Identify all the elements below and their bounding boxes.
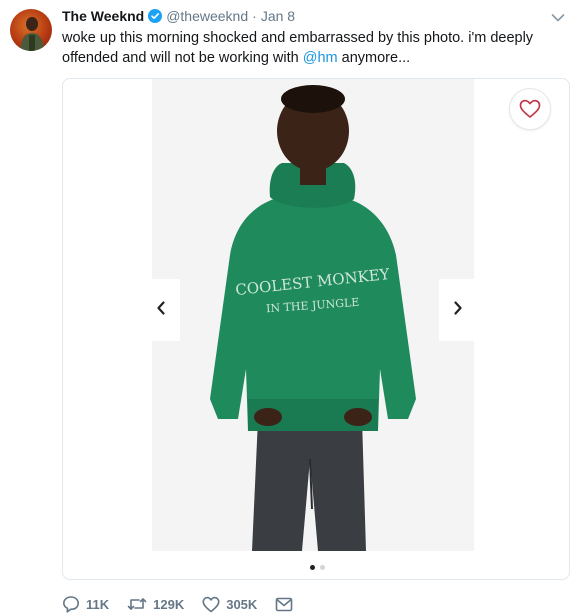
media-carousel[interactable]: COOLEST MONKEY IN THE JUNGLE <box>62 78 570 580</box>
tweet-text-part: anymore... <box>337 50 411 66</box>
reply-count: 11K <box>86 596 110 612</box>
tweet-text: woke up this morning shocked and embarra… <box>62 28 562 68</box>
display-name[interactable]: The Weeknd <box>62 8 144 24</box>
timestamp[interactable]: Jan 8 <box>261 8 295 24</box>
reply-icon <box>62 595 80 613</box>
chevron-down-icon[interactable] <box>551 10 565 22</box>
heart-outline-icon[interactable] <box>509 88 551 130</box>
tweet-header: The Weeknd @theweeknd · Jan 8 <box>62 7 295 25</box>
mention-link[interactable]: @hm <box>303 50 338 66</box>
like-button[interactable]: 305K <box>202 596 257 613</box>
separator-dot: · <box>252 8 257 24</box>
page-dot-active[interactable] <box>309 564 315 570</box>
page-dot[interactable] <box>319 564 325 570</box>
like-count: 305K <box>226 596 258 612</box>
tweet-actions: 11K 129K 305K <box>62 594 311 614</box>
retweet-count: 129K <box>153 596 185 612</box>
direct-message-button[interactable] <box>275 597 293 612</box>
user-handle[interactable]: @theweeknd <box>166 8 248 24</box>
avatar[interactable] <box>10 9 52 51</box>
page-indicator <box>63 563 569 571</box>
product-photo[interactable]: COOLEST MONKEY IN THE JUNGLE <box>152 79 474 551</box>
retweet-icon <box>127 595 147 613</box>
carousel-next-button[interactable] <box>439 279 477 341</box>
tweet-text-part: woke up this morning shocked and embarra… <box>62 30 534 66</box>
heart-icon <box>202 596 220 613</box>
retweet-button[interactable]: 129K <box>127 595 184 613</box>
chevron-right-icon <box>452 300 464 321</box>
reply-button[interactable]: 11K <box>62 595 109 613</box>
chevron-left-icon <box>155 300 167 321</box>
tweet[interactable]: The Weeknd @theweeknd · Jan 8 woke up th… <box>0 0 577 615</box>
envelope-icon <box>275 597 293 612</box>
verified-badge-icon <box>148 9 163 23</box>
carousel-prev-button[interactable] <box>142 279 180 341</box>
